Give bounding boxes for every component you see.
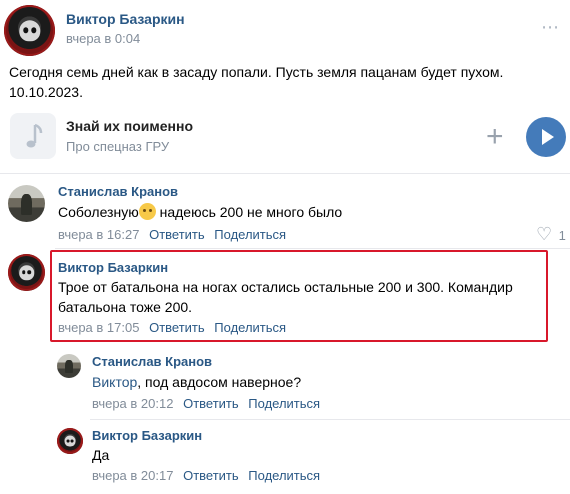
comment-avatar[interactable]	[8, 254, 45, 291]
reply-author[interactable]: Станислав Кранов	[92, 354, 212, 369]
reply-meta: вчера в 20:12 Ответить Поделиться	[92, 396, 320, 411]
audio-title[interactable]: Знай их поименно	[66, 118, 193, 134]
skull-logo-icon	[18, 264, 35, 281]
add-audio-icon[interactable]: +	[486, 122, 504, 152]
music-note-icon	[26, 123, 43, 148]
comment-author[interactable]: Виктор Базаркин	[58, 260, 168, 275]
share-button[interactable]: Поделиться	[214, 227, 286, 242]
share-button[interactable]: Поделиться	[214, 320, 286, 335]
comment-divider	[55, 248, 570, 249]
post-time[interactable]: вчера в 0:04	[66, 31, 140, 46]
reply-divider	[90, 419, 570, 420]
reply-text: Да	[92, 447, 110, 463]
comment-meta: вчера в 17:05 Ответить Поделиться	[58, 320, 286, 335]
avatar-figure	[20, 194, 33, 215]
comment-author[interactable]: Станислав Кранов	[58, 184, 178, 199]
post-text: Сегодня семь дней как в засаду попали. П…	[9, 64, 504, 100]
reply-avatar[interactable]	[57, 428, 83, 454]
reply-text-body: , под авдосом наверное?	[137, 374, 302, 390]
reply-avatar[interactable]	[57, 354, 81, 378]
skull-logo-icon	[18, 19, 41, 42]
play-button[interactable]	[526, 117, 566, 157]
reply-time[interactable]: вчера в 20:12	[92, 396, 173, 411]
comment-time[interactable]: вчера в 17:05	[58, 320, 139, 335]
comment-text: Трое от батальона на ногах остались оста…	[58, 279, 513, 315]
reply-author[interactable]: Виктор Базаркин	[92, 428, 202, 443]
heart-icon: ♡	[536, 224, 553, 244]
reply-meta: вчера в 20:17 Ответить Поделиться	[92, 468, 320, 483]
post-author-name[interactable]: Виктор Базаркин	[66, 11, 185, 27]
post-author-avatar[interactable]	[4, 5, 55, 56]
reply-text: Виктор, под авдосом наверное?	[92, 372, 301, 392]
more-options-icon[interactable]: ⋯	[541, 18, 560, 36]
comment-avatar[interactable]	[8, 185, 45, 222]
comment-text: Соболезную надеюсь 200 не много было	[58, 202, 342, 222]
reply-button[interactable]: Ответить	[149, 320, 205, 335]
reply-button[interactable]: Ответить	[183, 468, 239, 483]
reply-time[interactable]: вчера в 20:17	[92, 468, 173, 483]
disappointed-face-icon	[138, 203, 156, 220]
comments-divider	[0, 173, 570, 174]
comment-meta: вчера в 16:27 Ответить Поделиться	[58, 227, 286, 242]
like-button[interactable]: ♡ 1	[536, 224, 566, 245]
audio-artist[interactable]: Про спецназ ГРУ	[66, 139, 169, 154]
audio-thumbnail[interactable]	[10, 113, 56, 159]
comment-time[interactable]: вчера в 16:27	[58, 227, 139, 242]
comment-text-after: надеюсь 200 не много было	[155, 204, 343, 220]
reply-button[interactable]: Ответить	[183, 396, 239, 411]
like-count: 1	[558, 228, 566, 243]
share-button[interactable]: Поделиться	[248, 468, 320, 483]
skull-logo-icon	[64, 435, 76, 447]
reply-mention[interactable]: Виктор	[92, 374, 137, 390]
comment-text-before: Соболезную	[58, 204, 139, 220]
reply-button[interactable]: Ответить	[149, 227, 205, 242]
share-button[interactable]: Поделиться	[248, 396, 320, 411]
avatar-figure	[65, 360, 73, 374]
